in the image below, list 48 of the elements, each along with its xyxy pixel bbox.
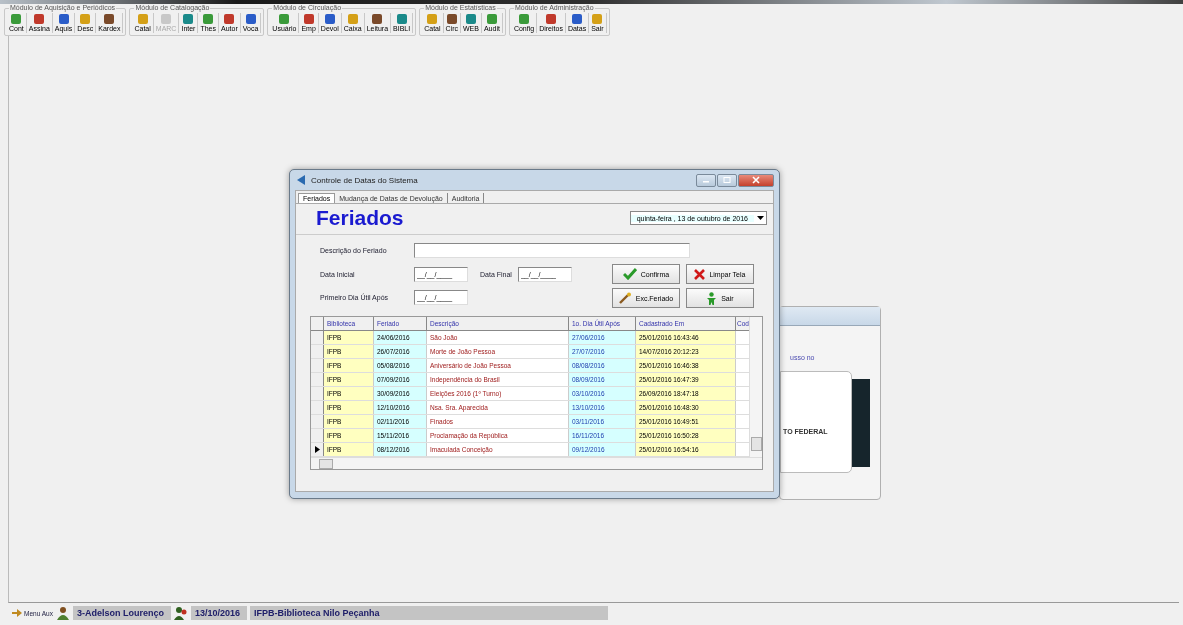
description-field[interactable] xyxy=(414,243,690,258)
maximize-button[interactable] xyxy=(717,173,737,187)
page-heading: Feriados xyxy=(316,206,404,230)
module-icon xyxy=(202,13,215,25)
status-date: 13/10/2016 xyxy=(190,606,247,620)
person-icon xyxy=(706,291,718,305)
module-icon xyxy=(426,13,439,25)
user-name: 3-Adelson Lourenço xyxy=(72,606,171,620)
arrow-icon xyxy=(12,609,22,617)
module-icon xyxy=(445,13,458,25)
module-icon xyxy=(302,13,315,25)
module-icon xyxy=(223,13,236,25)
close-icon xyxy=(752,176,760,184)
module-icon xyxy=(57,13,70,25)
close-button[interactable] xyxy=(738,173,774,187)
module-icon xyxy=(464,13,477,25)
maximize-icon xyxy=(723,177,731,183)
user-icon xyxy=(55,606,70,620)
module-icon xyxy=(278,13,291,25)
window-title: Controle de Datas do Sistema xyxy=(311,175,418,185)
dropdown-arrow-icon xyxy=(756,216,764,220)
checkmark-icon xyxy=(622,268,637,280)
module-icon xyxy=(244,13,257,25)
module-icon xyxy=(10,13,23,25)
row-pointer-icon xyxy=(314,446,320,453)
module-icon xyxy=(591,13,604,25)
library-name: IFPB-Biblioteca Nilo Peçanha xyxy=(249,606,608,620)
module-icon xyxy=(518,13,531,25)
minimize-button[interactable] xyxy=(696,173,716,187)
module-icon xyxy=(79,13,92,25)
module-icon xyxy=(323,13,336,25)
vertical-scrollbar[interactable] xyxy=(749,317,762,457)
module-icon xyxy=(395,13,408,25)
people-icon xyxy=(173,606,188,620)
module-icon xyxy=(545,13,557,25)
module-icon xyxy=(136,13,149,25)
cross-icon xyxy=(694,268,706,280)
module-icon xyxy=(33,13,46,25)
app-icon xyxy=(295,174,307,186)
module-icon xyxy=(371,13,384,25)
module-icon xyxy=(571,13,584,25)
wand-icon xyxy=(618,292,632,304)
module-icon xyxy=(485,13,498,25)
module-icon xyxy=(182,13,195,25)
horizontal-scrollbar[interactable] xyxy=(311,457,762,469)
module-icon xyxy=(160,13,173,25)
module-icon xyxy=(346,13,359,25)
module-icon xyxy=(103,13,116,25)
